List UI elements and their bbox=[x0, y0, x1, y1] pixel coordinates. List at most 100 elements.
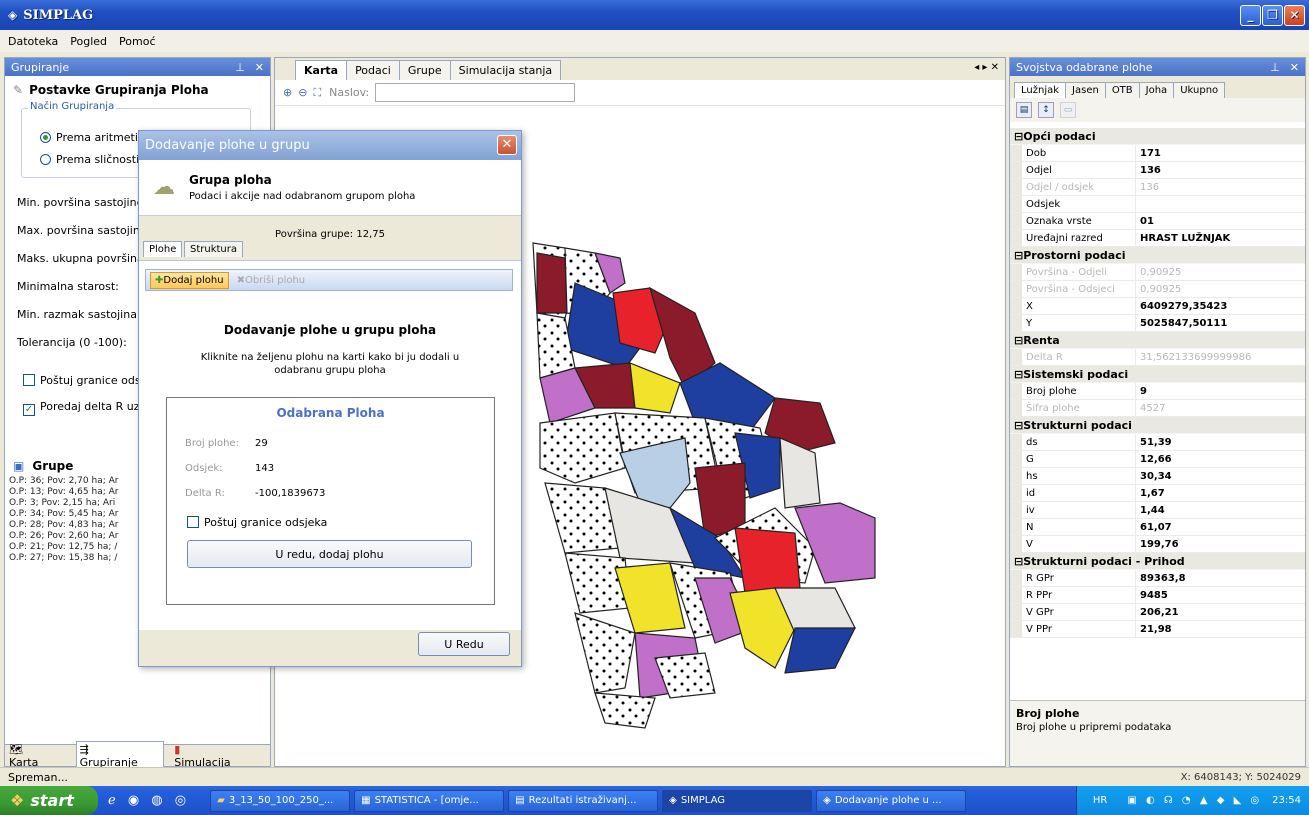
property-row[interactable]: Dob 171 bbox=[1010, 145, 1305, 162]
property-row[interactable]: G 12,66 bbox=[1010, 451, 1305, 468]
remove-plot-button[interactable]: ✖Obriši plohu bbox=[237, 275, 306, 286]
property-row[interactable]: Odjel / odsjek 136 bbox=[1010, 179, 1305, 196]
property-row[interactable]: X 6409279,35423 bbox=[1010, 298, 1305, 315]
property-row[interactable]: ds 51,39 bbox=[1010, 434, 1305, 451]
tab-karta-doc[interactable]: Karta bbox=[295, 60, 348, 80]
dialog-tab-plohe[interactable]: Plohe bbox=[143, 241, 183, 257]
property-category[interactable]: ⊟ Renta bbox=[1010, 332, 1305, 349]
collapse-icon[interactable]: ⊟ bbox=[1014, 130, 1023, 143]
zoom-extent-icon[interactable]: ⛶ bbox=[313, 86, 321, 100]
radio-similarity[interactable]: Prema sličnosti bbox=[40, 153, 139, 166]
property-value[interactable]: 6409279,35423 bbox=[1136, 298, 1305, 314]
property-row[interactable]: V PPr 21,98 bbox=[1010, 621, 1305, 638]
check-sort-delta[interactable]: ✓ Poredaj delta R uzla bbox=[23, 400, 149, 416]
property-value[interactable]: 01 bbox=[1136, 213, 1305, 229]
property-value[interactable]: 136 bbox=[1136, 179, 1305, 195]
start-button[interactable]: ❖ start bbox=[0, 786, 98, 815]
menu-pomoc[interactable]: Pomoć bbox=[119, 35, 155, 48]
property-value[interactable]: 51,39 bbox=[1136, 434, 1305, 450]
tab-grupe[interactable]: Grupe bbox=[398, 60, 451, 80]
property-value[interactable]: 9485 bbox=[1136, 587, 1305, 603]
property-row[interactable]: Odsjek bbox=[1010, 196, 1305, 213]
minimize-button[interactable]: _ bbox=[1240, 5, 1261, 26]
property-category[interactable]: ⊟ Prostorni podaci bbox=[1010, 247, 1305, 264]
property-row[interactable]: Šifra plohe 4527 bbox=[1010, 400, 1305, 417]
tab-simulacija[interactable]: ▮ Simulacija bbox=[174, 743, 260, 769]
property-row[interactable]: N 61,07 bbox=[1010, 519, 1305, 536]
respect-borders-check[interactable]: Poštuj granice odsjeka bbox=[187, 516, 327, 529]
tab-ukupno[interactable]: Ukupno bbox=[1173, 82, 1226, 98]
property-row[interactable]: Delta R 31,562133699999986 bbox=[1010, 349, 1305, 366]
property-value[interactable]: 9 bbox=[1136, 383, 1305, 399]
property-value[interactable]: 4527 bbox=[1136, 400, 1305, 416]
zoom-out-icon[interactable]: ⊖ bbox=[298, 86, 307, 99]
property-value[interactable]: 136 bbox=[1136, 162, 1305, 178]
property-row[interactable]: R GPr 89363,8 bbox=[1010, 570, 1305, 587]
tab-joha[interactable]: Joha bbox=[1138, 82, 1175, 98]
add-plot-button[interactable]: ✚Dodaj plohu bbox=[150, 271, 229, 289]
property-value[interactable]: 5025847,50111 bbox=[1136, 315, 1305, 331]
property-value[interactable]: 31,562133699999986 bbox=[1136, 349, 1305, 365]
dialog-close-button[interactable]: ✕ bbox=[497, 135, 517, 155]
property-value[interactable]: 89363,8 bbox=[1136, 570, 1305, 586]
property-value[interactable]: 0,90925 bbox=[1136, 281, 1305, 297]
property-value[interactable]: 1,67 bbox=[1136, 485, 1305, 501]
tab-simulacija-stanja[interactable]: Simulacija stanja bbox=[449, 60, 562, 80]
collapse-icon[interactable]: ⊟ bbox=[1014, 334, 1023, 347]
parcel[interactable] bbox=[784, 627, 856, 674]
task-simplag[interactable]: ◈ SIMPLAG bbox=[662, 789, 813, 812]
parcel[interactable] bbox=[734, 527, 801, 594]
map-parcels[interactable] bbox=[532, 242, 876, 729]
menu-pogled[interactable]: Pogled bbox=[70, 35, 107, 48]
language-indicator[interactable]: HR bbox=[1093, 795, 1107, 806]
dialog-tab-struktura[interactable]: Struktura bbox=[184, 241, 244, 257]
property-row[interactable]: Površina - Odjeli 0,90925 bbox=[1010, 264, 1305, 281]
property-pages-icon[interactable]: ▭ bbox=[1060, 102, 1076, 118]
property-row[interactable]: hs 30,34 bbox=[1010, 468, 1305, 485]
property-row[interactable]: Uređajni razred HRAST LUŽNJAK bbox=[1010, 230, 1305, 247]
restore-button[interactable]: ❐ bbox=[1262, 5, 1283, 26]
parcel[interactable] bbox=[536, 252, 568, 314]
property-row[interactable]: id 1,67 bbox=[1010, 485, 1305, 502]
tab-podaci[interactable]: Podaci bbox=[346, 60, 400, 80]
property-category[interactable]: ⊟ Opći podaci bbox=[1010, 128, 1305, 145]
property-value[interactable]: 30,34 bbox=[1136, 468, 1305, 484]
property-value[interactable]: 199,76 bbox=[1136, 536, 1305, 552]
ok-button[interactable]: U Redu bbox=[418, 632, 510, 656]
collapse-icon[interactable]: ⊟ bbox=[1014, 249, 1023, 262]
property-category[interactable]: ⊟ Strukturni podaci - Prihod bbox=[1010, 553, 1305, 570]
property-value[interactable]: 61,07 bbox=[1136, 519, 1305, 535]
tab-nav-icons[interactable]: ◂ ▸ ✕ bbox=[974, 62, 999, 73]
property-value[interactable]: 21,98 bbox=[1136, 621, 1305, 637]
property-value[interactable] bbox=[1136, 196, 1305, 212]
quicklaunch-icons[interactable]: ℯ ◉ ◍ ◎ bbox=[108, 793, 190, 808]
pin-icon[interactable]: ⊥ bbox=[1270, 61, 1280, 74]
parcel[interactable] bbox=[539, 412, 626, 484]
confirm-add-button[interactable]: U redu, dodaj plohu bbox=[187, 540, 472, 568]
close-button[interactable]: ✕ bbox=[1284, 5, 1305, 26]
zoom-in-icon[interactable]: ⊕ bbox=[283, 86, 292, 99]
collapse-icon[interactable]: ⊟ bbox=[1014, 368, 1023, 381]
parcel[interactable] bbox=[574, 612, 636, 694]
tray-icons[interactable]: ▣ ◐ ☊ ◔ ▲ ◆ ◣ ◎ bbox=[1127, 795, 1262, 806]
collapse-icon[interactable]: ⊟ bbox=[1014, 555, 1023, 568]
categorized-icon[interactable]: ▤ bbox=[1016, 102, 1032, 118]
property-category[interactable]: ⊟ Sistemski podaci bbox=[1010, 366, 1305, 383]
property-value[interactable]: 12,66 bbox=[1136, 451, 1305, 467]
task-statistica[interactable]: ▦ STATISTICA - [omje... bbox=[354, 789, 505, 812]
task-folder[interactable]: ▰ 3_13_50_100_250_... bbox=[210, 789, 351, 812]
pin-icon[interactable]: ⊥ bbox=[235, 61, 245, 74]
title-input[interactable] bbox=[375, 83, 576, 102]
task-rezultati[interactable]: ▤ Rezultati istraživanj... bbox=[508, 789, 659, 812]
property-row[interactable]: V 199,76 bbox=[1010, 536, 1305, 553]
property-row[interactable]: Y 5025847,50111 bbox=[1010, 315, 1305, 332]
property-row[interactable]: Odjel 136 bbox=[1010, 162, 1305, 179]
sort-az-icon[interactable]: ↕ bbox=[1038, 102, 1054, 118]
property-value[interactable]: 206,21 bbox=[1136, 604, 1305, 620]
tab-jasen[interactable]: Jasen bbox=[1065, 82, 1106, 98]
close-icon[interactable]: ✕ bbox=[255, 61, 264, 74]
tab-karta[interactable]: 🗺 Karta bbox=[9, 743, 66, 769]
property-value[interactable]: 171 bbox=[1136, 145, 1305, 161]
tab-otb[interactable]: OTB bbox=[1104, 82, 1140, 98]
property-row[interactable]: Površina - Odsjeci 0,90925 bbox=[1010, 281, 1305, 298]
